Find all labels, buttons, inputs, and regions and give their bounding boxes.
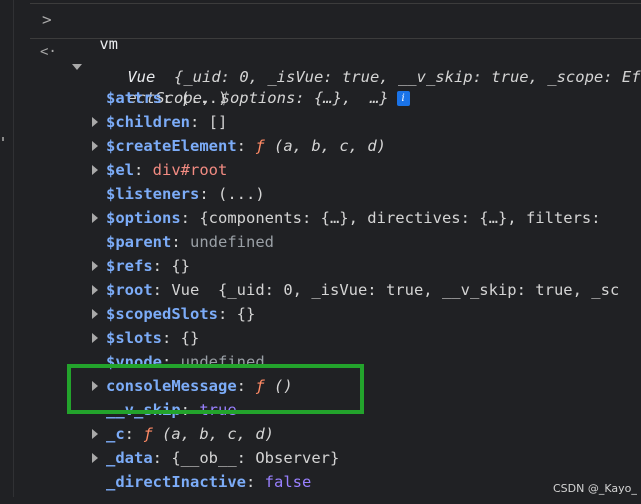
property-value: {} [236, 305, 256, 323]
property-key: $el [106, 161, 134, 179]
expand-arrow-right-icon[interactable] [92, 117, 98, 127]
property-key: $createElement [106, 137, 237, 155]
property-colon: : [162, 89, 181, 107]
property-value: {components: {…}, directives: {…}, filte… [199, 209, 601, 227]
property-key: $children [106, 113, 190, 131]
property-row[interactable]: $createElement: ƒ (a, b, c, d) [106, 134, 386, 158]
expand-arrow-right-icon[interactable] [92, 309, 98, 319]
function-glyph: ƒ [255, 377, 265, 395]
expand-arrow-down-icon[interactable] [72, 64, 82, 70]
property-key: $attrs [106, 89, 162, 107]
property-colon: : [162, 353, 181, 371]
property-value: {} [171, 257, 191, 275]
vue-object-summary-cont: ectScope, $options: {…}, …} i [90, 62, 410, 107]
console-gutter [0, 0, 14, 504]
expand-arrow-right-icon[interactable] [92, 429, 98, 439]
property-key: _data [106, 449, 153, 467]
property-colon: : [236, 137, 256, 155]
property-colon: : [152, 281, 172, 299]
property-key: $refs [106, 257, 153, 275]
property-row[interactable]: $scopedSlots: {} [106, 302, 255, 326]
property-row[interactable]: _c: ƒ (a, b, c, d) [106, 422, 274, 446]
property-colon: : [180, 209, 200, 227]
output-prompt-icon: <· [40, 44, 57, 60]
property-row[interactable]: $vnode: undefined [106, 350, 265, 374]
property-value: [] [208, 113, 228, 131]
expand-arrow-right-icon[interactable] [92, 165, 98, 175]
property-colon: : [162, 329, 181, 347]
expand-arrow-right-icon[interactable] [92, 261, 98, 271]
bottom-clip [0, 497, 641, 504]
property-row[interactable]: $parent: undefined [106, 230, 274, 254]
property-value: (a, b, c, d) [162, 425, 275, 443]
property-key: $options [106, 209, 181, 227]
property-row[interactable]: consoleMessage: ƒ () [106, 374, 293, 398]
property-key: $root [106, 281, 153, 299]
console-input-line[interactable]: vm [62, 8, 118, 53]
function-glyph: ƒ [255, 137, 265, 155]
property-value: {} [180, 329, 200, 347]
property-colon: : [152, 449, 172, 467]
property-value: (a, b, c, d) [274, 137, 386, 155]
property-value: (...) [218, 185, 265, 203]
info-icon[interactable]: i [396, 91, 410, 106]
expand-arrow-right-icon[interactable] [92, 285, 98, 295]
expand-arrow-right-icon[interactable] [92, 213, 98, 223]
row-separator [30, 3, 641, 4]
property-key: __v_skip [106, 401, 181, 419]
property-row[interactable]: _directInactive: false [106, 470, 311, 494]
property-value: false [264, 473, 312, 491]
property-key: $scopedSlots [106, 305, 218, 323]
property-key: _c [106, 425, 125, 443]
property-row[interactable]: $slots: {} [106, 326, 199, 350]
property-colon: : [134, 161, 153, 179]
property-row[interactable]: $listeners: (...) [106, 182, 265, 206]
property-colon: : [124, 425, 144, 443]
watermark: CSDN @_Kayo_ [553, 482, 637, 495]
row-separator [30, 38, 641, 39]
property-value: {__ob__: Observer} [171, 449, 340, 467]
property-value: Vue {_uid: 0, _isVue: true, __v_skip: tr… [171, 281, 620, 299]
property-row[interactable]: $root: Vue {_uid: 0, _isVue: true, __v_s… [106, 278, 619, 302]
property-row[interactable]: $options: {components: {…}, directives: … [106, 206, 601, 230]
property-colon: : [180, 401, 200, 419]
property-value: undefined [180, 353, 265, 371]
gutter-marker [2, 137, 4, 141]
property-value: () [274, 377, 293, 395]
property-colon: : [199, 185, 218, 203]
property-key: $slots [106, 329, 162, 347]
expand-arrow-right-icon[interactable] [92, 141, 98, 151]
property-value: undefined [190, 233, 274, 251]
property-colon: : [217, 305, 237, 323]
property-row[interactable]: $refs: {} [106, 254, 190, 278]
property-colon: : [171, 233, 190, 251]
property-row[interactable]: $el: div#root [106, 158, 227, 182]
expand-arrow-right-icon[interactable] [92, 453, 98, 463]
property-key: consoleMessage [106, 377, 237, 395]
expand-arrow-right-icon[interactable] [92, 381, 98, 391]
input-prompt-chevron-icon: > [42, 10, 52, 29]
property-colon: : [236, 377, 256, 395]
property-row[interactable]: $attrs: (...) [106, 86, 227, 110]
property-key: $listeners [106, 185, 200, 203]
property-key: $parent [106, 233, 172, 251]
property-row[interactable]: __v_skip: true [106, 398, 237, 422]
property-key: $vnode [106, 353, 162, 371]
property-value: (...) [180, 89, 228, 107]
property-row[interactable]: _data: {__ob__: Observer} [106, 446, 339, 470]
expand-arrow-right-icon[interactable] [92, 333, 98, 343]
property-colon: : [190, 113, 209, 131]
property-value: div#root [152, 161, 228, 179]
function-glyph: ƒ [143, 425, 153, 443]
property-row[interactable]: $children: [] [106, 110, 227, 134]
property-colon: : [245, 473, 265, 491]
property-value: true [199, 401, 237, 419]
devtools-console: > vm <· Vue {_uid: 0, _isVue: true, __v_… [0, 0, 641, 504]
property-key: _directInactive [106, 473, 246, 491]
property-colon: : [152, 257, 172, 275]
